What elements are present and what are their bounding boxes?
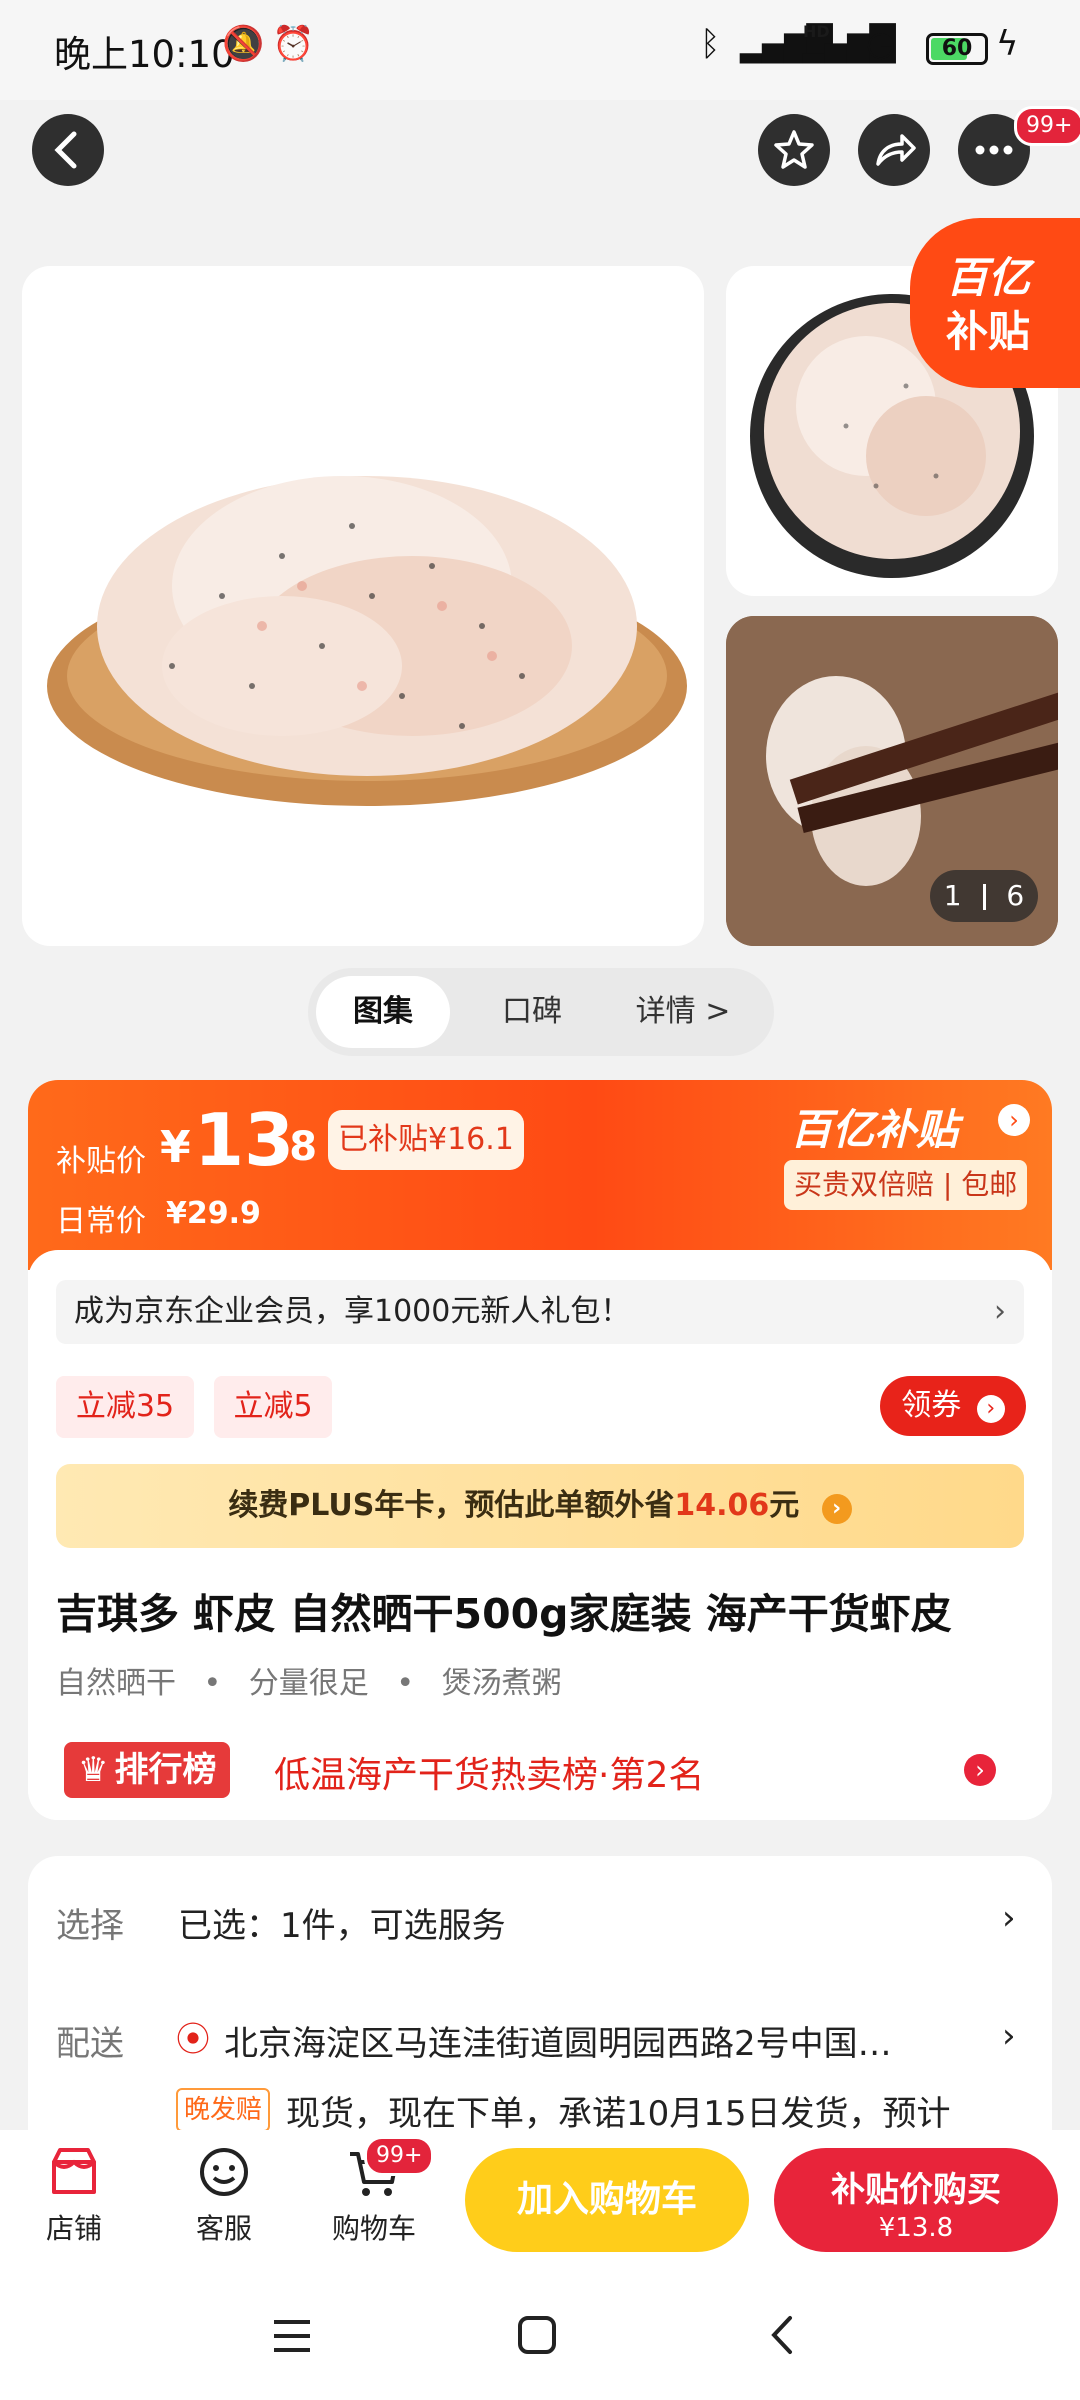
chevron-right-icon: ›: [821, 1494, 852, 1524]
product-tag: 煲汤煮粥: [441, 1666, 562, 1701]
status-time: 晚上10:10: [54, 33, 235, 76]
back-nav-icon[interactable]: [766, 2314, 796, 2356]
cart-badge: 99+: [364, 2136, 435, 2176]
plus-text-before: 续费PLUS年卡，预估此单额外省: [228, 1488, 675, 1523]
home-icon[interactable]: [516, 2314, 558, 2356]
bluetooth-icon: ᛒ: [700, 24, 721, 64]
brand-guarantee: 买贵双倍赔 | 包邮: [784, 1160, 1028, 1210]
store-button[interactable]: 店铺: [24, 2144, 124, 2247]
chat-face-icon: [200, 2148, 248, 2196]
plus-text-after: 元: [769, 1488, 800, 1523]
product-tag: 分量很足: [248, 1666, 369, 1701]
subsidy-brand[interactable]: 百亿补贴: [790, 1096, 958, 1157]
counter-current: 1: [943, 879, 962, 912]
selection-card: 选择 已选：1件，可选服务 › 配送 ⦿ 北京海淀区马连洼街道圆明园西路2号中国…: [28, 1856, 1052, 2136]
counter-total: 6: [1006, 879, 1025, 912]
battery-level: 60: [941, 36, 973, 61]
product-tags: 自然晒干 • 分量很足 • 煲汤煮粥: [56, 1666, 562, 1701]
share-icon: [876, 134, 916, 166]
price-card: 补贴价 ¥ 13 .8 已补贴¥16.1 日常价 ¥29.9 百亿补贴 › 买贵…: [28, 1080, 1052, 1820]
store-label: 店铺: [45, 2212, 102, 2245]
late-ship-tag: 晚发赔: [176, 2088, 271, 2132]
menu-icon[interactable]: [272, 2316, 312, 2356]
rank-badge: ♛ 排行榜: [64, 1742, 231, 1798]
battery-icon: 60: [926, 33, 988, 65]
delivery-label: 配送: [56, 2024, 124, 2064]
select-label: 选择: [56, 1906, 124, 1946]
subsidy-corner-badge: 百亿 补贴: [910, 218, 1080, 388]
image-counter: 1 6: [930, 870, 1038, 922]
chevron-right-icon[interactable]: ›: [998, 1104, 1030, 1136]
product-tag: 自然晒干: [56, 1666, 176, 1701]
enterprise-promo-banner[interactable]: 成为京东企业会员，享1000元新人礼包！ ›: [56, 1280, 1024, 1344]
service-label: 客服: [195, 2212, 252, 2245]
coupon-label: 领券: [901, 1388, 962, 1423]
chevron-right-icon[interactable]: ›: [1002, 1898, 1016, 1938]
buy-price: ¥13.8: [878, 2213, 954, 2243]
share-button[interactable]: [858, 114, 930, 186]
favorite-button[interactable]: [758, 114, 830, 186]
store-icon: [52, 2148, 96, 2194]
delivery-address[interactable]: 北京海淀区马连洼街道圆明园西路2号中国…: [224, 2016, 984, 2065]
get-coupon-button[interactable]: 领券 ›: [880, 1376, 1026, 1436]
media-tabs: 图集 口碑 详情 >: [308, 968, 774, 1056]
thumbnail-image-2[interactable]: 1 6: [726, 616, 1058, 946]
add-to-cart-button[interactable]: 加入购物车: [465, 2148, 749, 2252]
status-bar: 晚上10:10 🔕 ⏰ ᛒ ▂▄▆█ HD ▂▄▆█ ◔ 60 ϟ: [0, 0, 1080, 100]
plus-membership-banner[interactable]: 续费PLUS年卡，预估此单额外省14.06元 ›: [56, 1464, 1024, 1548]
rank-text[interactable]: 低温海产干货热卖榜·第2名: [274, 1746, 704, 1798]
rank-badge-label: 排行榜: [114, 1750, 217, 1790]
charging-icon: ϟ: [996, 24, 1019, 64]
shrimp-plate-image: [47, 476, 687, 806]
discount-chip-5: 立减5: [214, 1376, 332, 1438]
location-pin-icon: ⦿: [176, 2020, 210, 2060]
main-product-image[interactable]: [22, 266, 704, 946]
price-decimal: .8: [274, 1124, 318, 1170]
subsidy-badge-line2: 补贴: [946, 307, 1031, 356]
price-body: 成为京东企业会员，享1000元新人礼包！ › 立减35 立减5 领券 › 续费P…: [28, 1250, 1052, 1820]
trophy-icon: ♛: [78, 1750, 109, 1790]
notification-badge: 99+: [1014, 106, 1080, 146]
mute-bell-icon: 🔕: [222, 24, 265, 64]
select-value[interactable]: 已选：1件，可选服务: [178, 1898, 506, 1947]
system-nav-bar: [0, 2270, 1080, 2400]
subsidy-buy-button[interactable]: 补贴价购买 ¥13.8: [774, 2148, 1058, 2252]
subsidy-amount-tag: 已补贴¥16.1: [328, 1110, 524, 1170]
shipping-text: 现货，现在下单，承诺10月15日发货，预计: [286, 2094, 951, 2134]
tab-reviews[interactable]: 口碑: [472, 976, 592, 1048]
daily-price: ¥29.9: [166, 1196, 261, 1231]
subsidy-badge-line1: 百亿: [946, 253, 1031, 302]
buy-label: 补贴价购买: [831, 2170, 1001, 2210]
back-button[interactable]: [32, 114, 104, 186]
price-header: 补贴价 ¥ 13 .8 已补贴¥16.1 日常价 ¥29.9 百亿补贴 › 买贵…: [28, 1080, 1052, 1270]
chevron-right-icon[interactable]: ›: [1002, 2016, 1016, 2056]
product-title: 吉琪多 虾皮 自然晒干500g家庭装 海产干货虾皮: [56, 1590, 952, 1638]
star-icon: [774, 130, 814, 169]
chevron-right-icon[interactable]: ›: [964, 1754, 996, 1786]
chevron-right-icon: ›: [976, 1395, 1005, 1423]
discount-chip-35: 立减35: [56, 1376, 194, 1438]
subsidy-price-label: 补贴价: [56, 1144, 146, 1179]
plus-amount: 14.06: [674, 1488, 770, 1523]
tab-gallery[interactable]: 图集: [316, 976, 450, 1048]
price-currency: ¥: [160, 1122, 191, 1173]
promo-text: 成为京东企业会员，享1000元新人礼包！: [74, 1294, 631, 1329]
daily-price-label: 日常价: [56, 1204, 146, 1239]
wifi-icon: ◔: [866, 24, 896, 64]
tab-details[interactable]: 详情 >: [608, 976, 758, 1048]
chevron-left-icon: [54, 131, 77, 169]
chevron-right-icon: ›: [994, 1294, 1006, 1329]
alarm-icon: ⏰: [272, 24, 315, 64]
cart-label: 购物车: [331, 2212, 416, 2245]
customer-service-button[interactable]: 客服: [174, 2144, 274, 2247]
